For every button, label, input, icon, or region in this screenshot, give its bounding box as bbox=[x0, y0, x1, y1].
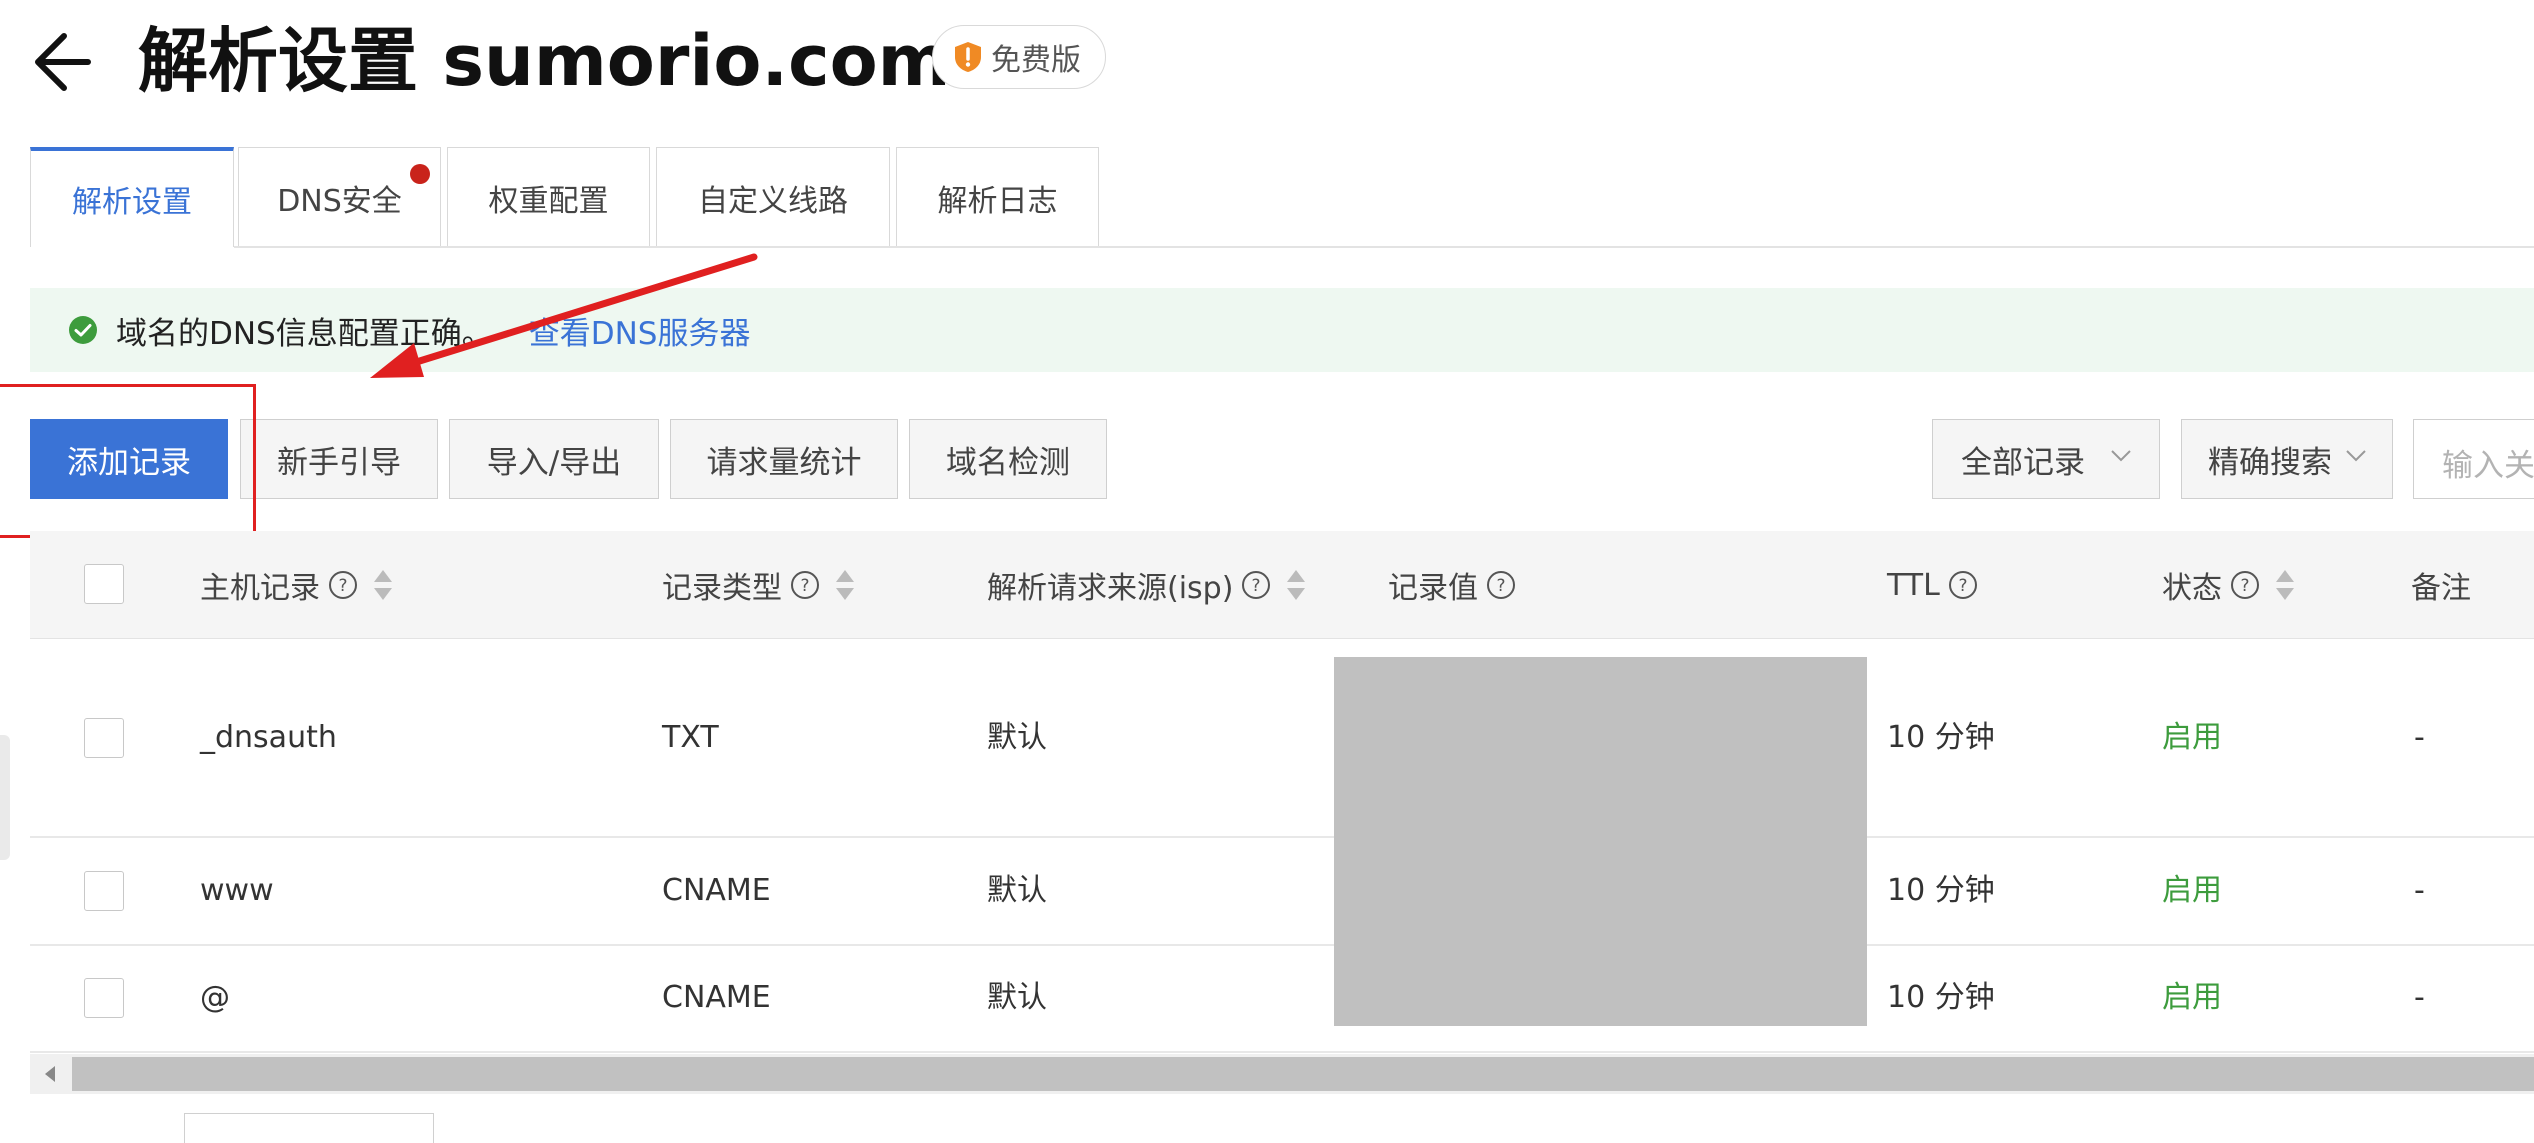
svg-text:?: ? bbox=[338, 576, 347, 596]
import-export-button[interactable]: 导入/导出 bbox=[449, 419, 659, 499]
scrollbar-thumb[interactable] bbox=[72, 1057, 2534, 1091]
help-icon[interactable]: ? bbox=[328, 570, 358, 600]
host-cell: @ bbox=[200, 980, 230, 1015]
column-header-value: 记录值 ? bbox=[1388, 531, 1516, 639]
column-header-remark: 备注 bbox=[2411, 531, 2471, 639]
domain-check-button[interactable]: 域名检测 bbox=[909, 419, 1107, 499]
row-checkbox[interactable] bbox=[84, 718, 124, 758]
tab-divider bbox=[234, 246, 2534, 248]
page-title: 解析设置 sumorio.com bbox=[138, 20, 951, 102]
column-label: 主机记录 bbox=[200, 571, 320, 606]
remark-cell: - bbox=[2414, 873, 2425, 908]
scroll-left-icon[interactable] bbox=[40, 1063, 60, 1085]
remark-cell: - bbox=[2414, 980, 2425, 1015]
column-label: 记录类型 bbox=[662, 571, 782, 606]
notification-dot bbox=[410, 164, 430, 184]
isp-cell: 默认 bbox=[987, 980, 1047, 1015]
chevron-down-icon bbox=[2346, 450, 2366, 462]
row-divider bbox=[30, 944, 2534, 946]
redacted-record-values bbox=[1334, 657, 1867, 1026]
ttl-cell: 10 分钟 bbox=[1887, 720, 1995, 755]
request-stats-button[interactable]: 请求量统计 bbox=[670, 419, 898, 499]
column-header-host[interactable]: 主机记录 ? bbox=[200, 531, 394, 639]
svg-text:?: ? bbox=[800, 576, 809, 596]
search-input-placeholder: 输入关 bbox=[2442, 448, 2534, 484]
alert-message: 域名的DNS信息配置正确。 bbox=[116, 315, 493, 352]
sort-icon[interactable] bbox=[1285, 568, 1307, 602]
search-input[interactable]: 输入关 bbox=[2413, 419, 2534, 499]
tab-resolution-log[interactable]: 解析日志 bbox=[896, 147, 1099, 247]
column-label: TTL bbox=[1887, 567, 1940, 603]
help-icon[interactable]: ? bbox=[790, 570, 820, 600]
check-circle-icon bbox=[69, 316, 97, 344]
svg-text:?: ? bbox=[1496, 576, 1505, 596]
dns-status-alert: 域名的DNS信息配置正确。 查看DNS服务器 bbox=[30, 288, 2534, 372]
type-cell: CNAME bbox=[662, 980, 771, 1015]
column-label: 记录值 bbox=[1388, 571, 1478, 606]
column-label: 备注 bbox=[2411, 571, 2471, 606]
type-cell: TXT bbox=[662, 720, 719, 755]
back-arrow-icon[interactable] bbox=[30, 22, 100, 102]
ttl-cell: 10 分钟 bbox=[1887, 873, 1995, 908]
sort-icon[interactable] bbox=[372, 568, 394, 602]
search-mode-value: 精确搜索 bbox=[2208, 444, 2332, 481]
tab-label: 自定义线路 bbox=[698, 183, 848, 219]
isp-cell: 默认 bbox=[987, 720, 1047, 755]
help-icon[interactable]: ? bbox=[1486, 570, 1516, 600]
remark-cell: - bbox=[2414, 720, 2425, 755]
sort-icon[interactable] bbox=[2274, 568, 2296, 602]
svg-text:?: ? bbox=[2240, 576, 2249, 596]
column-header-type[interactable]: 记录类型 ? bbox=[662, 531, 856, 639]
shield-icon bbox=[955, 42, 981, 72]
beginner-guide-button[interactable]: 新手引导 bbox=[240, 419, 438, 499]
row-divider bbox=[30, 1051, 2534, 1053]
column-header-isp[interactable]: 解析请求来源(isp) ? bbox=[987, 531, 1307, 639]
column-header-status[interactable]: 状态 ? bbox=[2162, 531, 2296, 639]
type-cell: CNAME bbox=[662, 873, 771, 908]
tab-custom-lines[interactable]: 自定义线路 bbox=[656, 147, 890, 247]
svg-text:?: ? bbox=[1252, 576, 1261, 596]
row-checkbox[interactable] bbox=[84, 978, 124, 1018]
ttl-cell: 10 分钟 bbox=[1887, 980, 1995, 1015]
page-size-select[interactable] bbox=[184, 1113, 434, 1143]
row-checkbox[interactable] bbox=[84, 871, 124, 911]
svg-text:?: ? bbox=[1958, 576, 1967, 596]
search-mode-select[interactable]: 精确搜索 bbox=[2181, 419, 2393, 499]
row-divider bbox=[30, 836, 2534, 838]
view-dns-servers-link[interactable]: 查看DNS服务器 bbox=[529, 308, 751, 353]
edition-label: 免费版 bbox=[991, 43, 1081, 78]
isp-cell: 默认 bbox=[987, 873, 1047, 908]
column-label: 解析请求来源(isp) bbox=[987, 571, 1234, 606]
sort-icon[interactable] bbox=[834, 568, 856, 602]
tab-label: 解析设置 bbox=[72, 185, 192, 220]
help-icon[interactable]: ? bbox=[1948, 570, 1978, 600]
record-filter-select[interactable]: 全部记录 bbox=[1932, 419, 2160, 499]
tab-label: 解析日志 bbox=[937, 183, 1058, 219]
tab-weight-config[interactable]: 权重配置 bbox=[447, 147, 650, 247]
record-filter-value: 全部记录 bbox=[1961, 444, 2085, 481]
help-icon[interactable]: ? bbox=[2230, 570, 2260, 600]
tab-label: DNS安全 bbox=[277, 183, 402, 219]
tab-dns-settings[interactable]: 解析设置 bbox=[30, 147, 234, 247]
annotation-highlight-box bbox=[0, 384, 256, 538]
column-label: 状态 bbox=[2162, 571, 2222, 606]
host-cell: _dnsauth bbox=[200, 720, 337, 755]
column-header-ttl: TTL ? bbox=[1887, 531, 1978, 639]
chevron-down-icon bbox=[2111, 450, 2131, 462]
edition-badge: 免费版 bbox=[932, 25, 1106, 89]
tab-label: 权重配置 bbox=[488, 183, 609, 219]
host-cell: www bbox=[200, 873, 274, 908]
status-cell[interactable]: 启用 bbox=[2162, 978, 2222, 1018]
status-cell[interactable]: 启用 bbox=[2162, 718, 2222, 758]
side-handle[interactable] bbox=[0, 735, 10, 860]
select-all-checkbox[interactable] bbox=[84, 564, 124, 604]
help-icon[interactable]: ? bbox=[1241, 570, 1271, 600]
tab-dns-security[interactable]: DNS安全 bbox=[238, 147, 441, 247]
status-cell[interactable]: 启用 bbox=[2162, 871, 2222, 911]
